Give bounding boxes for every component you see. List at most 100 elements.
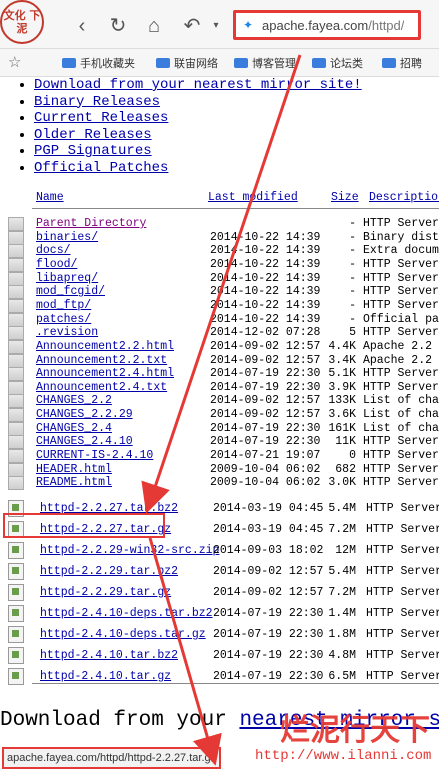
file-size: 3.9K <box>328 380 356 394</box>
table-row: CHANGES_2.2 2014-09-02 12:57 133K List of c… <box>0 394 439 409</box>
bookmark-label: 博客管理 <box>252 58 296 70</box>
file-link[interactable]: httpd-2.4.10.tar.bz2 <box>40 649 178 662</box>
modified-date: 2014-07-19 22:30 <box>213 607 324 620</box>
home-icon[interactable]: ⌂ <box>142 14 166 38</box>
pgp-signatures-link[interactable]: PGP Signatures <box>34 143 152 159</box>
modified-date: 2014-03-19 04:45 <box>213 523 324 536</box>
bookmark-folder-3[interactable]: 论坛类 <box>312 55 363 71</box>
file-description: Binary distr <box>363 230 439 244</box>
file-link[interactable]: Announcement2.2.html <box>36 340 174 353</box>
file-link[interactable]: Announcement2.2.txt <box>36 354 167 367</box>
file-size: 133K <box>328 394 356 408</box>
bookmark-folder-4[interactable]: 招聘 <box>382 55 422 71</box>
modified-date: 2014-09-02 12:57 <box>210 353 321 367</box>
file-link[interactable]: docs/ <box>36 244 71 257</box>
url-path: /httpd/ <box>368 17 405 33</box>
divider <box>32 683 439 684</box>
file-link[interactable]: httpd-2.2.29.tar.bz2 <box>40 565 178 578</box>
table-row: mod_ftp/2014-10-22 14:39 - HTTP Server <box>0 298 439 313</box>
modified-date: 2009-10-04 06:02 <box>210 462 321 476</box>
modified-date: 2014-07-19 22:30 <box>213 628 324 641</box>
back-icon[interactable]: ‹ <box>70 14 94 38</box>
file-link[interactable]: CHANGES_2.4 <box>36 422 112 435</box>
modified-date: 2014-07-19 22:30 <box>210 421 321 435</box>
file-link[interactable]: binaries/ <box>36 231 98 244</box>
modified-date: 2014-07-19 22:30 <box>210 367 321 381</box>
modified-date: 2014-12-02 07:28 <box>210 326 321 340</box>
file-link[interactable]: Parent Directory <box>36 217 146 230</box>
file-link[interactable]: Announcement2.4.html <box>36 367 174 380</box>
file-link[interactable]: .revision <box>36 326 98 339</box>
bookmark-label: 手机收藏夹 <box>80 58 135 70</box>
reload-icon[interactable]: ↻ <box>106 14 130 38</box>
official-patches-link[interactable]: Official Patches <box>34 160 168 176</box>
table-row: CHANGES_2.2.29 2014-09-02 12:57 3.6K List o… <box>0 408 439 423</box>
modified-date: 2014-09-02 12:57 <box>213 565 324 578</box>
table-row: httpd-2.4.10-deps.tar.bz2 2014-07-19 22:3… <box>0 605 439 622</box>
undo-icon[interactable]: ↶ <box>180 14 204 38</box>
file-link[interactable]: patches/ <box>36 313 91 326</box>
file-size: 11K <box>335 435 356 449</box>
file-icon <box>8 462 24 477</box>
folder-icon <box>234 58 248 68</box>
column-header-size[interactable]: Size <box>331 191 359 204</box>
column-header-name[interactable]: Name <box>36 191 64 204</box>
file-size: 12M <box>335 544 356 557</box>
older-releases-link[interactable]: Older Releases <box>34 127 152 143</box>
current-releases-link[interactable]: Current Releases <box>34 110 168 126</box>
bookmark-folder-0[interactable]: 手机收藏夹 <box>62 55 135 71</box>
broken-image-icon <box>8 668 24 685</box>
modified-date: 2014-09-02 12:57 <box>210 339 321 353</box>
file-link[interactable]: mod_fcgid/ <box>36 285 105 298</box>
file-link[interactable]: CHANGES_2.2 <box>36 394 112 407</box>
file-link[interactable]: libapreq/ <box>36 272 98 285</box>
file-link[interactable]: httpd-2.4.10-deps.tar.bz2 <box>40 607 213 620</box>
file-description: Apache 2.2 R <box>363 339 439 353</box>
modified-date: 2014-10-22 14:39 <box>210 244 321 258</box>
file-link[interactable]: httpd-2.4.10.tar.gz <box>40 670 171 683</box>
file-icon <box>8 339 24 354</box>
file-link[interactable]: README.html <box>36 476 112 489</box>
broken-image-icon <box>8 626 24 643</box>
file-link[interactable]: httpd-2.4.10-deps.tar.gz <box>40 628 206 641</box>
file-description: HTTP Server <box>366 565 439 578</box>
file-link[interactable]: CURRENT-IS-2.4.10 <box>36 449 153 462</box>
modified-date: 2014-10-22 14:39 <box>210 230 321 244</box>
file-description: HTTP Server <box>363 462 439 476</box>
file-link[interactable]: CHANGES_2.2.29 <box>36 408 133 421</box>
file-link[interactable]: httpd-2.2.29.tar.gz <box>40 586 171 599</box>
file-size: - <box>349 271 356 285</box>
file-link[interactable]: Announcement2.4.txt <box>36 381 167 394</box>
file-link[interactable]: HEADER.html <box>36 463 112 476</box>
bookmark-folder-1[interactable]: 联宙网络 <box>156 55 218 71</box>
file-description: Extra docume <box>363 244 439 258</box>
file-link[interactable]: httpd-2.2.29-win32-src.zip <box>40 544 219 557</box>
bookmark-folder-2[interactable]: 博客管理 <box>234 55 296 71</box>
broken-image-icon <box>8 563 24 580</box>
modified-date: 2014-10-22 14:39 <box>210 285 321 299</box>
browser-toolbar: 文化 下泥 ‹ ↻ ⌂ ↶ ▾ ✦ apache.fayea.com/httpd… <box>0 0 439 49</box>
column-header-description[interactable]: Description <box>369 191 439 204</box>
file-icon <box>8 326 24 341</box>
file-description: HTTP Server <box>363 380 439 394</box>
star-icon[interactable]: ☆ <box>8 53 21 71</box>
mirror-link[interactable]: Download from your nearest mirror site! <box>34 77 362 93</box>
chevron-down-icon[interactable]: ▾ <box>204 14 228 38</box>
file-link[interactable]: flood/ <box>36 258 77 271</box>
address-bar[interactable]: ✦ apache.fayea.com/httpd/ <box>233 10 421 40</box>
modified-date: 2014-10-22 14:39 <box>210 298 321 312</box>
file-description: HTTP Server <box>363 367 439 381</box>
file-link[interactable]: CHANGES_2.4.10 <box>36 435 133 448</box>
folder-icon <box>8 230 24 245</box>
folder-icon <box>8 271 24 286</box>
file-icon <box>8 217 24 231</box>
table-row: README.html 2009-10-04 06:02 3.0K HTTP Serv… <box>0 476 439 491</box>
table-row: Announcement2.2.txt 2014-09-02 12:57 3.4K A… <box>0 353 439 368</box>
file-link[interactable]: mod_ftp/ <box>36 299 91 312</box>
binary-releases-link[interactable]: Binary Releases <box>34 94 160 110</box>
file-size: 4.8M <box>328 649 356 662</box>
modified-date: 2009-10-04 06:02 <box>210 476 321 490</box>
table-row: flood/2014-10-22 14:39 - HTTP Server <box>0 257 439 272</box>
column-header-modified[interactable]: Last modified <box>208 191 298 204</box>
file-description: HTTP Server <box>366 544 439 557</box>
